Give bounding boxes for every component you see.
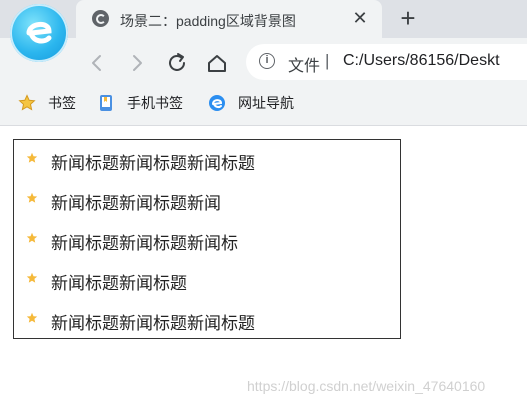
address-separator: | <box>325 51 330 70</box>
address-url[interactable]: C:/Users/86156/Deskt <box>343 52 500 70</box>
list-item[interactable]: 新闻标题新闻标题新闻标 <box>14 220 400 260</box>
browser-logo-icon[interactable] <box>10 4 68 62</box>
tab-close-button[interactable]: ✕ <box>350 8 370 28</box>
phone-bookmark-icon <box>100 95 112 111</box>
forward-icon[interactable] <box>124 50 150 76</box>
star-icon <box>26 192 38 203</box>
news-title[interactable]: 新闻标题新闻标题新闻 <box>51 189 221 214</box>
news-title[interactable]: 新闻标题新闻标题新闻标题 <box>51 309 255 334</box>
list-item[interactable]: 新闻标题新闻标题新闻标题 <box>14 300 400 340</box>
bookmark-label: 书签 <box>48 95 76 111</box>
news-title[interactable]: 新闻标题新闻标题新闻标 <box>51 229 238 254</box>
list-item[interactable]: 新闻标题新闻标题新闻标题 <box>14 140 400 180</box>
news-title[interactable]: 新闻标题新闻标题 <box>51 269 187 294</box>
star-icon <box>26 272 38 283</box>
bookmark-label: 手机书签 <box>127 95 183 111</box>
tab-favicon-icon <box>92 10 109 27</box>
nav-icon <box>209 95 225 111</box>
bookmark-item-bookmarks[interactable]: 书签 <box>18 93 76 113</box>
back-icon[interactable] <box>84 50 110 76</box>
star-icon <box>26 152 38 163</box>
bookmark-item-mobile[interactable]: 手机书签 <box>97 93 183 113</box>
star-icon <box>18 94 36 111</box>
news-title[interactable]: 新闻标题新闻标题新闻标题 <box>51 149 255 174</box>
list-item[interactable]: 新闻标题新闻标题 <box>14 260 400 300</box>
e-logo-icon <box>26 22 52 44</box>
reload-icon[interactable] <box>164 50 190 76</box>
security-label: 文件 <box>288 58 321 75</box>
new-tab-button[interactable]: + <box>395 5 421 31</box>
info-icon[interactable]: i <box>259 53 275 69</box>
bookmark-item-nav[interactable]: 网址导航 <box>208 93 294 113</box>
star-icon <box>26 312 38 323</box>
home-icon[interactable] <box>204 50 230 76</box>
watermark: https://blog.csdn.net/weixin_47640160 <box>247 378 486 394</box>
bookmark-label: 网址导航 <box>238 95 294 111</box>
list-item[interactable]: 新闻标题新闻标题新闻 <box>14 180 400 220</box>
news-list: 新闻标题新闻标题新闻标题 新闻标题新闻标题新闻 新闻标题新闻标题新闻标 新闻标题… <box>13 139 401 339</box>
tab-title: 场景二：padding区域背景图 <box>120 13 296 29</box>
star-icon <box>26 232 38 243</box>
toolbar-divider <box>0 125 527 126</box>
